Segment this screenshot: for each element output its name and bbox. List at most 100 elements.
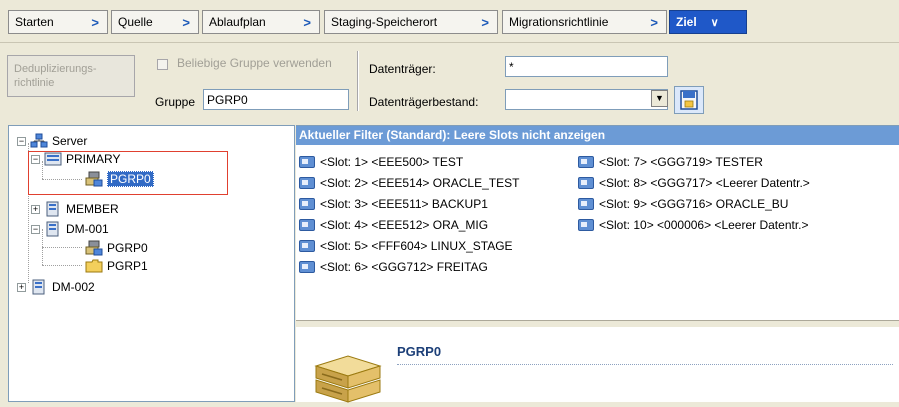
tape-slot-icon <box>299 261 315 273</box>
server-icon <box>44 221 62 237</box>
tree-node-label: PGRP0 <box>107 171 154 187</box>
slot-label: <Slot: 4> <EEE512> ORA_MIG <box>320 218 489 232</box>
filter-bar: Aktueller Filter (Standard): Leere Slots… <box>296 126 899 145</box>
tree-line <box>42 247 82 248</box>
slot-item[interactable]: <Slot: 7> <GGG719> TESTER <box>578 155 763 169</box>
media-label: Datenträger: <box>369 62 436 76</box>
device-group-large-icon <box>310 344 384 404</box>
slot-label: <Slot: 8> <GGG717> <Leerer Datentr.> <box>599 176 810 190</box>
splitter[interactable] <box>296 320 899 327</box>
tree-node-label: PRIMARY <box>66 152 121 166</box>
any-group-checkbox-label: Beliebige Gruppe verwenden <box>177 56 332 70</box>
primary-server-icon <box>44 151 62 167</box>
slot-item[interactable]: <Slot: 4> <EEE512> ORA_MIG <box>299 218 488 232</box>
slot-label: <Slot: 1> <EEE500> TEST <box>320 155 464 169</box>
tape-slot-icon <box>299 240 315 252</box>
wizard-tab-bar: Starten > Quelle > Ablaufplan > Staging-… <box>0 0 899 43</box>
slot-item[interactable]: <Slot: 6> <GGG712> FREITAG <box>299 260 488 274</box>
tab-ziel[interactable]: Ziel ∨ <box>669 10 747 34</box>
any-group-checkbox[interactable] <box>157 59 168 70</box>
tree-node-member[interactable]: + MEMBER <box>31 200 119 218</box>
chevron-right-icon: > <box>303 15 311 30</box>
slot-label: <Slot: 9> <GGG716> ORACLE_BU <box>599 197 789 211</box>
slot-list-panel: Aktueller Filter (Standard): Leere Slots… <box>296 125 899 321</box>
device-group-icon <box>85 240 103 256</box>
expand-icon[interactable]: + <box>17 282 26 292</box>
tree-node-dm-002[interactable]: + DM-002 <box>17 278 95 296</box>
tab-label: Quelle <box>118 15 153 29</box>
collapse-icon[interactable]: − <box>17 136 26 146</box>
slot-label: <Slot: 10> <000006> <Leerer Datentr.> <box>599 218 809 232</box>
toolbar-separator <box>357 51 359 111</box>
media-pool-label: Datenträgerbestand: <box>369 95 479 109</box>
tree-node-primary[interactable]: − PRIMARY <box>31 150 120 168</box>
slot-label: <Slot: 3> <EEE511> BACKUP1 <box>320 197 488 211</box>
tab-label: Staging-Speicherort <box>331 15 438 29</box>
slot-item[interactable]: <Slot: 1> <EEE500> TEST <box>299 155 463 169</box>
tree-node-label: PGRP1 <box>107 259 148 273</box>
tree-node-label: PGRP0 <box>107 241 148 255</box>
tree-line <box>42 179 82 180</box>
expand-icon[interactable]: + <box>31 204 40 214</box>
dedup-policy-button[interactable]: Deduplizierungs-richtlinie <box>7 55 135 97</box>
chevron-right-icon: > <box>481 15 489 30</box>
destination-toolbar: Deduplizierungs-richtlinie Beliebige Gru… <box>0 43 899 120</box>
tab-label: Starten <box>15 15 54 29</box>
slot-item[interactable]: <Slot: 2> <EEE514> ORACLE_TEST <box>299 176 519 190</box>
tree-node-dm-001[interactable]: − DM-001 <box>31 220 109 238</box>
group-field[interactable] <box>203 89 349 110</box>
tape-slot-icon <box>578 198 594 210</box>
tab-migrationsrichtlinie[interactable]: Migrationsrichtlinie > <box>502 10 667 34</box>
tree-node-label: Server <box>52 134 88 148</box>
tree-node-server[interactable]: − Server <box>17 132 87 150</box>
tree-node-label: MEMBER <box>66 202 119 216</box>
tape-slot-icon <box>299 198 315 210</box>
server-tree[interactable]: − Server − PRIMARY PGRP0 + MEMBER − DM-0… <box>8 125 295 402</box>
tab-starten[interactable]: Starten > <box>8 10 108 34</box>
tab-staging-speicherort[interactable]: Staging-Speicherort > <box>324 10 498 34</box>
folder-icon <box>85 258 103 274</box>
tab-ablaufplan[interactable]: Ablaufplan > <box>202 10 320 34</box>
chevron-right-icon: > <box>650 15 658 30</box>
slot-item[interactable]: <Slot: 9> <GGG716> ORACLE_BU <box>578 197 788 211</box>
tree-line <box>28 143 29 283</box>
tree-node-pgrp0-selected[interactable]: PGRP0 <box>85 170 154 188</box>
tree-node-label: DM-002 <box>52 280 95 294</box>
detail-panel: PGRP0 <box>296 327 899 404</box>
tab-label: Ablaufplan <box>209 15 266 29</box>
tape-slot-icon <box>578 177 594 189</box>
server-icon <box>44 201 62 217</box>
server-network-icon <box>30 133 48 149</box>
tab-label: Ziel <box>676 15 697 29</box>
detail-title: PGRP0 <box>397 344 442 359</box>
dedup-policy-button-label: Deduplizierungs-richtlinie <box>14 63 97 89</box>
device-group-icon <box>85 171 103 187</box>
slot-item[interactable]: <Slot: 8> <GGG717> <Leerer Datentr.> <box>578 176 810 190</box>
media-pool-dropdown-button[interactable]: ▼ <box>651 90 668 107</box>
tree-node-pgrp0[interactable]: PGRP0 <box>85 239 148 257</box>
tree-node-pgrp1[interactable]: PGRP1 <box>85 257 148 275</box>
tape-slot-icon <box>299 177 315 189</box>
collapse-icon[interactable]: − <box>31 224 40 234</box>
slot-label: <Slot: 7> <GGG719> TESTER <box>599 155 763 169</box>
media-pool-select[interactable] <box>505 89 668 110</box>
tree-node-label: DM-001 <box>66 222 109 236</box>
tape-slot-icon <box>578 219 594 231</box>
slot-item[interactable]: <Slot: 5> <FFF604> LINUX_STAGE <box>299 239 513 253</box>
tape-slot-icon <box>578 156 594 168</box>
slot-item[interactable]: <Slot: 3> <EEE511> BACKUP1 <box>299 197 488 211</box>
detail-divider <box>397 364 893 365</box>
chevron-right-icon: > <box>91 15 99 30</box>
media-field[interactable] <box>505 56 668 77</box>
tab-quelle[interactable]: Quelle > <box>111 10 199 34</box>
slot-label: <Slot: 6> <GGG712> FREITAG <box>320 260 488 274</box>
chevron-right-icon: > <box>182 15 190 30</box>
tree-line <box>42 265 82 266</box>
server-icon <box>30 279 48 295</box>
chevron-down-icon: ∨ <box>710 16 719 29</box>
collapse-icon[interactable]: − <box>31 154 40 164</box>
tab-label: Migrationsrichtlinie <box>509 15 609 29</box>
slot-item[interactable]: <Slot: 10> <000006> <Leerer Datentr.> <box>578 218 809 232</box>
tape-slot-icon <box>299 219 315 231</box>
media-pool-browse-icon[interactable] <box>674 86 704 114</box>
